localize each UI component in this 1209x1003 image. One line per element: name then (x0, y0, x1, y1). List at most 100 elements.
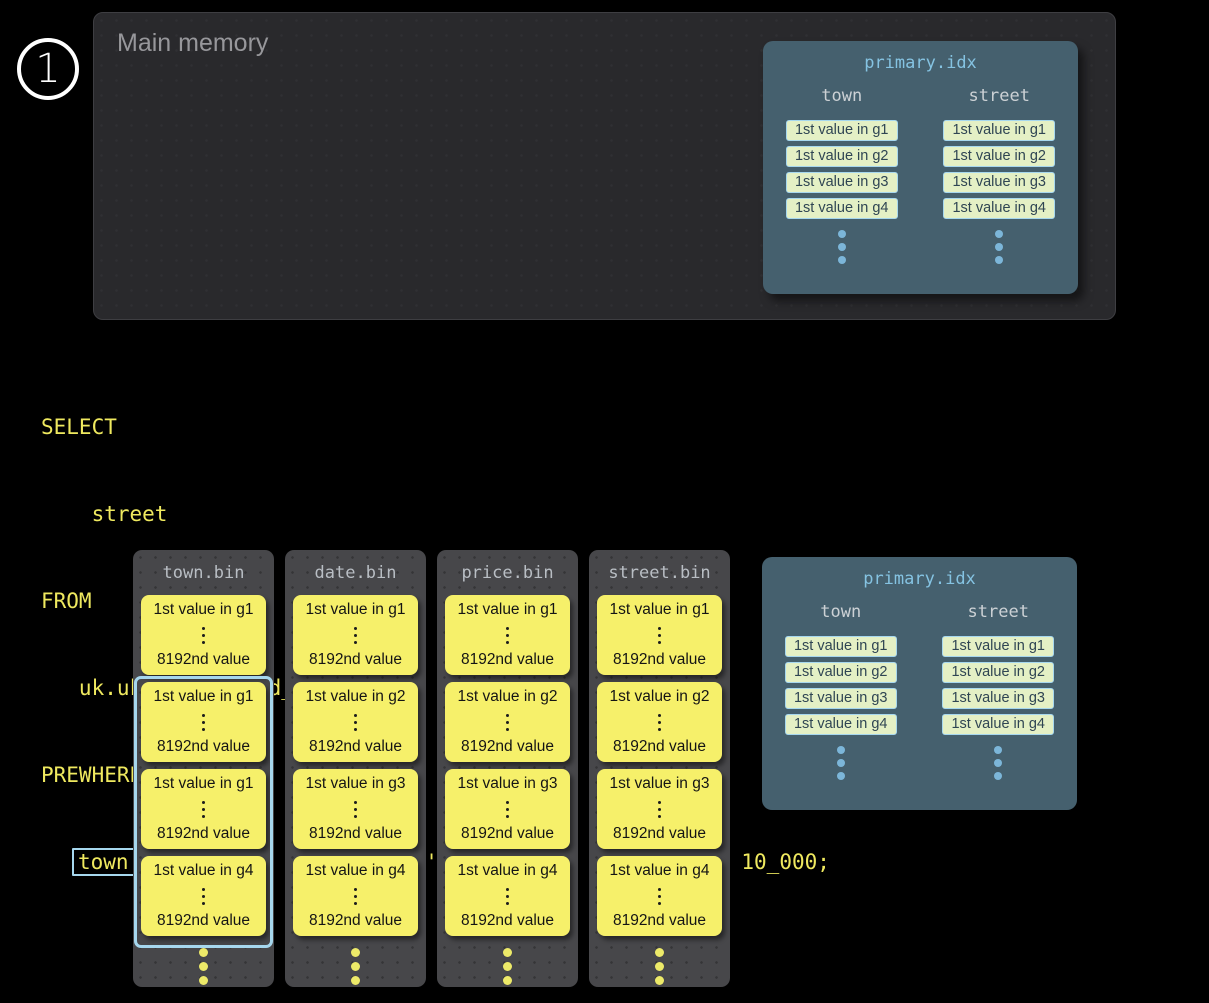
granule-ellipsis-icon (202, 888, 205, 905)
index-entry-chip: 1st value in g4 (785, 714, 897, 735)
primary-index-title: primary.idx (763, 41, 1078, 73)
granule-last-value: 8192nd value (461, 825, 554, 843)
granule-ellipsis-icon (658, 801, 661, 818)
index-entry-chip: 1st value in g2 (943, 146, 1055, 167)
index-entry-chip: 1st value in g4 (942, 714, 1054, 735)
index-column-street: street 1st value in g1 1st value in g2 1… (921, 86, 1079, 264)
granule-last-value: 8192nd value (613, 825, 706, 843)
bin-file-title: town.bin (133, 550, 274, 583)
granule-card: 1st value in g4 8192nd value (597, 856, 722, 936)
granule-first-value: 1st value in g4 (458, 862, 558, 880)
granule-first-value: 1st value in g1 (154, 775, 254, 793)
column-header-street: street (968, 602, 1029, 622)
granule-last-value: 8192nd value (613, 912, 706, 930)
granule-ellipsis-icon (506, 627, 509, 644)
granule-last-value: 8192nd value (613, 651, 706, 669)
ellipsis-dots-icon (589, 948, 730, 985)
granule-ellipsis-icon (202, 714, 205, 731)
granule-last-value: 8192nd value (309, 825, 402, 843)
granule-ellipsis-icon (202, 801, 205, 818)
index-entry-chip: 1st value in g2 (785, 662, 897, 683)
index-entry-chip: 1st value in g4 (943, 198, 1055, 219)
granule-ellipsis-icon (506, 714, 509, 731)
main-memory-title: Main memory (117, 29, 268, 58)
index-entry-chip: 1st value in g1 (786, 120, 898, 141)
granule-card: 1st value in g3 8192nd value (445, 769, 570, 849)
diagram-canvas: 1 Main memory primary.idx town 1st value… (0, 0, 1209, 1003)
granule-card: 1st value in g2 8192nd value (597, 682, 722, 762)
granule-card: 1st value in g1 8192nd value (293, 595, 418, 675)
granule-first-value: 1st value in g2 (610, 688, 710, 706)
granule-first-value: 1st value in g1 (306, 601, 406, 619)
step-number: 1 (35, 46, 60, 92)
granule-first-value: 1st value in g3 (306, 775, 406, 793)
granule-ellipsis-icon (658, 714, 661, 731)
granule-first-value: 1st value in g4 (154, 862, 254, 880)
sql-line: street (41, 500, 830, 529)
step-badge: 1 (17, 38, 79, 100)
primary-index-columns: town 1st value in g1 1st value in g2 1st… (762, 602, 1077, 780)
granule-card: 1st value in g1 8192nd value (141, 769, 266, 849)
ellipsis-dots-icon (995, 230, 1003, 264)
index-entry-chip: 1st value in g1 (942, 636, 1054, 657)
granule-first-value: 1st value in g2 (458, 688, 558, 706)
granule-first-value: 1st value in g1 (154, 601, 254, 619)
granule-ellipsis-icon (354, 801, 357, 818)
granule-first-value: 1st value in g1 (610, 601, 710, 619)
index-entry-chip: 1st value in g4 (786, 198, 898, 219)
granule-ellipsis-icon (658, 627, 661, 644)
primary-index-panel-bottom: primary.idx town 1st value in g1 1st val… (762, 557, 1077, 810)
granule-card: 1st value in g4 8192nd value (293, 856, 418, 936)
granule-ellipsis-icon (658, 888, 661, 905)
granule-last-value: 8192nd value (461, 912, 554, 930)
granule-card: 1st value in g3 8192nd value (597, 769, 722, 849)
column-header-town: town (821, 86, 862, 106)
granule-ellipsis-icon (354, 627, 357, 644)
index-entry-chip: 1st value in g3 (785, 688, 897, 709)
column-header-town: town (820, 602, 861, 622)
granule-last-value: 8192nd value (309, 738, 402, 756)
column-header-street: street (969, 86, 1030, 106)
granule-first-value: 1st value in g1 (154, 688, 254, 706)
granule-card: 1st value in g2 8192nd value (293, 682, 418, 762)
granule-card: 1st value in g1 8192nd value (141, 595, 266, 675)
sql-line: SELECT (41, 413, 830, 442)
granule-last-value: 8192nd value (613, 738, 706, 756)
granule-card: 1st value in g4 8192nd value (141, 856, 266, 936)
granule-first-value: 1st value in g4 (306, 862, 406, 880)
bin-file-date: date.bin 1st value in g1 8192nd value 1s… (285, 550, 426, 987)
granule-first-value: 1st value in g3 (458, 775, 558, 793)
granule-card: 1st value in g4 8192nd value (445, 856, 570, 936)
index-column-town: town 1st value in g1 1st value in g2 1st… (762, 602, 920, 780)
granule-card: 1st value in g1 8192nd value (597, 595, 722, 675)
granule-ellipsis-icon (354, 714, 357, 731)
index-entry-chip: 1st value in g3 (942, 688, 1054, 709)
granule-first-value: 1st value in g4 (610, 862, 710, 880)
granule-first-value: 1st value in g2 (306, 688, 406, 706)
index-entry-chip: 1st value in g1 (785, 636, 897, 657)
index-entry-chip: 1st value in g3 (943, 172, 1055, 193)
ellipsis-dots-icon (437, 948, 578, 985)
index-entry-chip: 1st value in g2 (786, 146, 898, 167)
granule-card: 1st value in g1 8192nd value (141, 682, 266, 762)
ellipsis-dots-icon (133, 948, 274, 985)
primary-index-title: primary.idx (762, 557, 1077, 589)
index-entry-chip: 1st value in g3 (786, 172, 898, 193)
ellipsis-dots-icon (285, 948, 426, 985)
granule-ellipsis-icon (506, 801, 509, 818)
granule-last-value: 8192nd value (157, 651, 250, 669)
index-entry-chip: 1st value in g1 (943, 120, 1055, 141)
ellipsis-dots-icon (838, 230, 846, 264)
index-column-town: town 1st value in g1 1st value in g2 1st… (763, 86, 921, 264)
granule-last-value: 8192nd value (309, 912, 402, 930)
granule-last-value: 8192nd value (157, 738, 250, 756)
granule-first-value: 1st value in g3 (610, 775, 710, 793)
bin-file-title: street.bin (589, 550, 730, 583)
bin-file-title: price.bin (437, 550, 578, 583)
bin-file-town: town.bin 1st value in g1 8192nd value 1s… (133, 550, 274, 987)
granule-card: 1st value in g3 8192nd value (293, 769, 418, 849)
granule-last-value: 8192nd value (461, 738, 554, 756)
primary-index-columns: town 1st value in g1 1st value in g2 1st… (763, 86, 1078, 264)
granule-last-value: 8192nd value (157, 825, 250, 843)
bin-file-street: street.bin 1st value in g1 8192nd value … (589, 550, 730, 987)
